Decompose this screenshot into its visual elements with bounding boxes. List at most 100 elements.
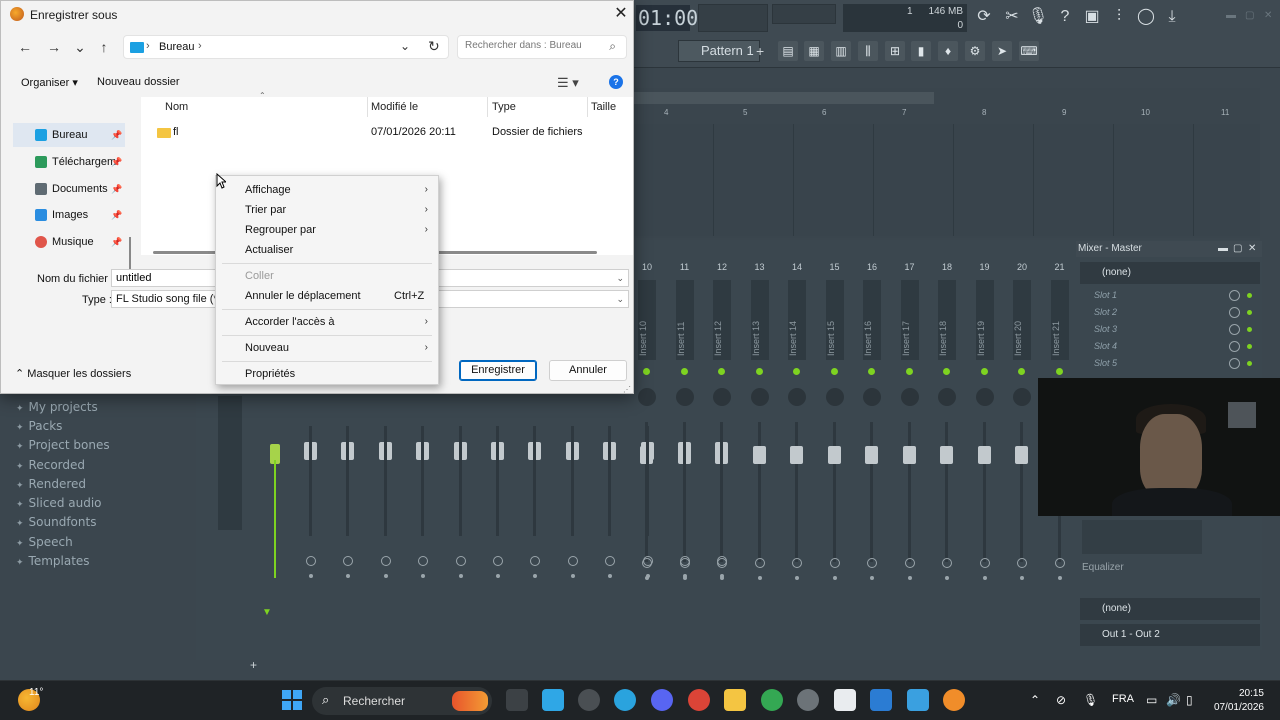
mixer-led-icon[interactable]	[905, 368, 913, 375]
microphone-icon[interactable]: 🎙	[1027, 6, 1049, 28]
mixer-insert-strip[interactable]	[670, 396, 700, 616]
send-dot-icon[interactable]	[383, 574, 388, 578]
search-input[interactable]	[465, 40, 605, 51]
route-icon[interactable]	[567, 556, 578, 566]
clock[interactable]: 20:15 07/01/2026	[1210, 687, 1264, 715]
browser-item[interactable]: My projects	[16, 400, 98, 414]
app-icon-2[interactable]	[907, 689, 929, 711]
route-icon[interactable]	[642, 556, 653, 566]
volume-fader[interactable]	[752, 446, 766, 464]
volume-fader[interactable]	[940, 446, 953, 464]
fx-slot[interactable]: Slot 1	[1082, 288, 1254, 303]
browser-icon[interactable]: ⊞	[885, 41, 905, 61]
mixer-led-icon[interactable]	[643, 368, 650, 375]
volume-fader[interactable]	[865, 446, 878, 464]
menu-item-undo-move[interactable]: Annuler le déplacement Ctrl+Z	[216, 286, 438, 306]
route-icon[interactable]	[979, 558, 990, 568]
pattern-selector[interactable]: Pattern 1	[678, 40, 760, 62]
route-icon[interactable]	[455, 556, 466, 566]
send-dot-icon[interactable]	[1057, 576, 1062, 580]
route-icon[interactable]	[1017, 558, 1027, 568]
route-icon[interactable]	[680, 556, 690, 566]
output-selector[interactable]: Out 1 - Out 2	[1080, 624, 1260, 646]
chevron-right-icon[interactable]: ›	[146, 40, 150, 52]
mixer-led-icon[interactable]	[1055, 368, 1063, 375]
mixer-insert-strip[interactable]: 20 Insert 20	[1007, 262, 1037, 642]
route-icon[interactable]	[829, 558, 840, 568]
fl-close-icon[interactable]: ✕	[1264, 10, 1278, 22]
send-dot-icon[interactable]	[683, 574, 687, 578]
history-chevron-icon[interactable]: ⌄	[70, 37, 90, 57]
mixer-led-icon[interactable]	[1018, 368, 1025, 375]
send-dot-icon[interactable]	[608, 574, 613, 578]
mixer-minimize-icon[interactable]: ▬	[1218, 241, 1228, 257]
browser-item[interactable]: Rendered	[16, 477, 86, 491]
forward-arrow-icon[interactable]: →	[44, 37, 64, 57]
download-icon[interactable]: ⤓	[1161, 6, 1183, 28]
mixer-insert-strip[interactable]	[296, 396, 326, 616]
route-icon[interactable]	[418, 556, 429, 566]
send-dot-icon[interactable]	[907, 576, 912, 580]
chevron-down-icon[interactable]: ⌄	[400, 39, 410, 53]
pin-icon[interactable]: 📌	[111, 230, 122, 254]
playlist-grid[interactable]	[634, 124, 1260, 236]
volume-fader[interactable]	[977, 446, 991, 464]
channel-rack-icon[interactable]: ▥	[831, 41, 851, 61]
back-arrow-icon[interactable]: ←	[15, 37, 35, 57]
language-indicator[interactable]: FRA	[1112, 693, 1134, 705]
browser-item[interactable]: Project bones	[16, 438, 110, 452]
pan-knob[interactable]	[1013, 388, 1031, 406]
mixer-icon[interactable]: ⫶	[1108, 6, 1130, 28]
mixer-led-icon[interactable]	[830, 368, 838, 375]
mixer-insert-strip[interactable]	[408, 396, 438, 616]
mixer-insert-strip[interactable]: 14 Insert 14	[782, 262, 812, 642]
file-row[interactable]: fl 07/01/2026 20:11 Dossier de fichiers	[145, 123, 629, 143]
tool-icon[interactable]: ⚙	[965, 41, 985, 61]
view-options-icon[interactable]: ☰ ▾	[557, 75, 579, 91]
eq-graph[interactable]	[1082, 520, 1202, 554]
file-explorer-icon[interactable]	[724, 689, 746, 711]
search-icon[interactable]: ⌕	[609, 39, 616, 54]
menu-item-group[interactable]: Regrouper par ›	[216, 220, 438, 240]
mixer-insert-strip[interactable]: 17 Insert 17	[895, 262, 925, 642]
send-dot-icon[interactable]	[720, 574, 725, 578]
mixer-insert-strip[interactable]	[633, 396, 663, 616]
send-dot-icon[interactable]	[795, 576, 799, 580]
mixer-close-icon[interactable]: ✕	[1248, 241, 1256, 257]
mixer-insert-strip[interactable]	[707, 396, 737, 616]
file-icon[interactable]: ▮	[911, 41, 931, 61]
column-separator[interactable]	[587, 97, 588, 117]
mixer-insert-strip[interactable]	[371, 396, 401, 616]
telegram-icon[interactable]	[614, 689, 636, 711]
route-icon[interactable]	[754, 558, 765, 568]
send-dot-icon[interactable]	[982, 576, 987, 580]
send-dot-icon[interactable]	[832, 576, 837, 580]
mixer-insert-strip[interactable]: 18 Insert 18	[932, 262, 962, 642]
notepad-icon[interactable]	[542, 689, 564, 711]
sidebar-item-documents[interactable]: Documents 📌	[13, 177, 125, 201]
column-name[interactable]: Nom	[165, 101, 188, 113]
route-icon[interactable]	[493, 556, 503, 566]
mixer-insert-strip[interactable]	[520, 396, 550, 616]
mixer-insert-strip[interactable]	[595, 396, 625, 616]
mixer-insert-strip[interactable]	[483, 396, 513, 616]
organize-button[interactable]: Organiser ▾	[21, 76, 78, 89]
mixer-insert-strip[interactable]	[558, 396, 588, 616]
pin-icon[interactable]: 📌	[111, 177, 122, 201]
volume-fader[interactable]	[827, 446, 841, 464]
route-icon[interactable]	[343, 556, 354, 566]
mixer-led-icon[interactable]	[718, 368, 725, 375]
mixer-led-icon[interactable]	[680, 368, 688, 375]
fx-slot[interactable]: Slot 3	[1082, 322, 1254, 337]
menu-item-view[interactable]: Affichage ›	[216, 180, 438, 200]
menu-item-new[interactable]: Nouveau ›	[216, 338, 438, 358]
mixer-led-icon[interactable]	[980, 368, 988, 375]
network-off-icon[interactable]: ⊘	[1056, 693, 1066, 707]
route-icon[interactable]	[904, 558, 915, 568]
refresh-icon[interactable]: ↻	[428, 38, 440, 55]
column-modified[interactable]: Modifié le	[371, 101, 418, 113]
reset-icon[interactable]: ⟳	[973, 6, 995, 28]
plugin-icon[interactable]: ♦	[938, 41, 958, 61]
fx-slot[interactable]: Slot 2	[1082, 305, 1254, 320]
new-folder-button[interactable]: Nouveau dossier	[97, 76, 180, 88]
